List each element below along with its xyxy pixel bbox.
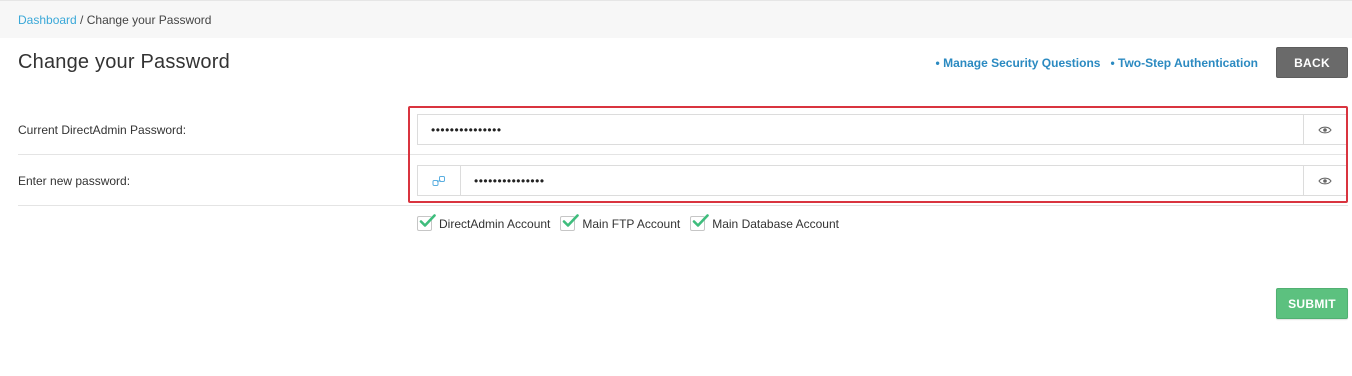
current-password-field-group xyxy=(417,114,1347,145)
main-ftp-account-checkbox[interactable]: Main FTP Account xyxy=(560,214,681,231)
new-password-row: Enter new password: xyxy=(18,156,1348,206)
check-icon[interactable] xyxy=(560,214,580,231)
breadcrumb: Dashboard / Change your Password xyxy=(18,13,211,27)
new-password-field-group xyxy=(417,165,1347,196)
main-database-account-checkbox[interactable]: Main Database Account xyxy=(690,214,839,231)
current-password-row: Current DirectAdmin Password: xyxy=(18,105,1348,155)
breadcrumb-dashboard-link[interactable]: Dashboard xyxy=(18,13,77,27)
directadmin-account-checkbox[interactable]: DirectAdmin Account xyxy=(417,214,551,231)
manage-security-questions-link[interactable]: • Manage Security Questions xyxy=(936,56,1101,70)
back-button[interactable]: BACK xyxy=(1276,47,1348,78)
checkbox-label: Main Database Account xyxy=(712,216,839,231)
check-icon[interactable] xyxy=(690,214,710,231)
current-password-input[interactable] xyxy=(418,115,1303,144)
checkbox-label: DirectAdmin Account xyxy=(439,216,551,231)
new-password-label: Enter new password: xyxy=(18,174,131,188)
breadcrumb-separator: / xyxy=(76,13,87,27)
breadcrumb-current: Change your Password xyxy=(86,13,212,27)
page-title: Change your Password xyxy=(18,51,230,73)
current-password-label: Current DirectAdmin Password: xyxy=(18,123,187,137)
breadcrumb-bar: Dashboard / Change your Password xyxy=(0,0,1352,38)
eye-icon[interactable] xyxy=(1303,115,1346,144)
submit-button[interactable]: SUBMIT xyxy=(1276,288,1348,319)
check-icon[interactable] xyxy=(417,214,436,231)
two-step-authentication-link[interactable]: • Two-Step Authentication xyxy=(1110,56,1258,70)
link-icon[interactable] xyxy=(418,166,461,195)
eye-icon[interactable] xyxy=(1303,166,1346,195)
account-checkboxes: DirectAdmin Account Main FTP Account Mai… xyxy=(417,214,839,231)
checkbox-label: Main FTP Account xyxy=(582,216,681,231)
header-links: • Manage Security Questions • Two-Step A… xyxy=(936,56,1258,70)
new-password-input[interactable] xyxy=(461,166,1303,195)
